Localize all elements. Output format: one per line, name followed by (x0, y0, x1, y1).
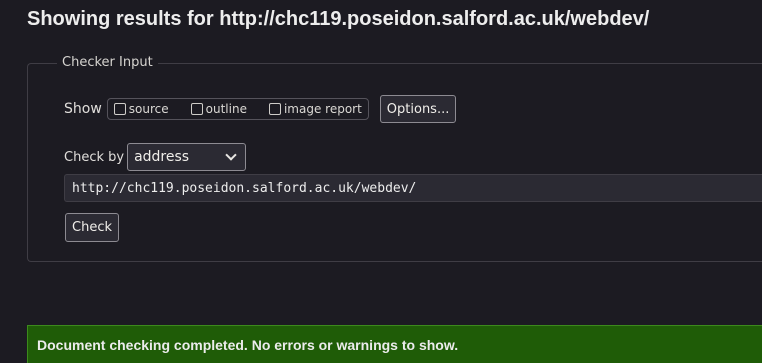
url-input[interactable]: http://chc119.poseidon.salford.ac.uk/web… (64, 174, 762, 202)
options-button[interactable]: Options... (379, 95, 457, 123)
check-by-select[interactable]: address (127, 143, 247, 171)
check-by-label: Check by (64, 149, 125, 165)
show-label: Show (64, 101, 102, 117)
outline-checkbox[interactable] (190, 103, 203, 115)
chevron-down-icon (225, 149, 237, 161)
source-checkbox[interactable] (113, 103, 126, 115)
image-report-label: image report (283, 102, 362, 116)
outline-label: outline (205, 102, 247, 116)
status-message-bar: Document checking completed. No errors o… (27, 325, 762, 363)
page-heading: Showing results for http://chc119.poseid… (27, 8, 650, 30)
status-message: Document checking completed. No errors o… (37, 336, 459, 353)
check-by-row: Check by address (64, 143, 247, 171)
check-by-value: address (134, 149, 190, 165)
show-outline-option[interactable]: outline (190, 102, 247, 116)
source-label: source (128, 102, 169, 116)
show-image-report-option[interactable]: image report (268, 102, 362, 116)
show-options-group: source outline image report (106, 98, 369, 120)
show-options-row: Show source outline image report Options… (64, 94, 457, 124)
checker-input-legend: Checker Input (57, 54, 158, 72)
image-report-checkbox[interactable] (268, 103, 281, 115)
show-source-option[interactable]: source (113, 102, 169, 116)
check-button[interactable]: Check (65, 213, 119, 242)
